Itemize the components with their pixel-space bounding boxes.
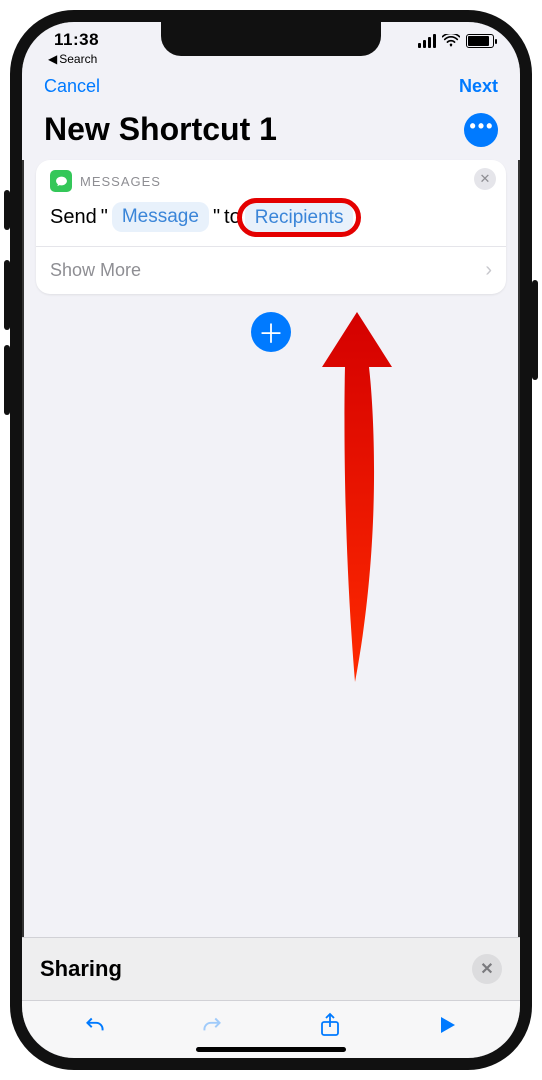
card-header: MESSAGES ✕ — [36, 160, 506, 194]
cancel-button[interactable]: Cancel — [44, 76, 100, 97]
page-title[interactable]: New Shortcut 1 — [44, 111, 277, 148]
undo-button[interactable] — [79, 1009, 111, 1041]
content-area: MESSAGES ✕ Send " Message " to Recipient… — [22, 160, 520, 352]
card-app-label: MESSAGES — [80, 174, 161, 189]
messages-app-icon — [50, 170, 72, 192]
status-time: 11:38 — [54, 30, 99, 50]
chevron-right-icon: › — [485, 259, 492, 282]
battery-icon — [466, 34, 494, 48]
annotation-arrow — [297, 312, 417, 682]
phone-notch — [161, 22, 381, 56]
share-button[interactable] — [314, 1009, 346, 1041]
add-action-button[interactable]: ＋ — [251, 312, 291, 352]
status-back-to-search[interactable]: ◀ Search — [48, 52, 99, 66]
phone-frame: 11:38 ◀ Search Cancel Next New Shortcut … — [10, 10, 532, 1070]
cellular-signal-icon — [418, 34, 436, 48]
quote-close: " — [213, 206, 220, 229]
sharing-title: Sharing — [40, 956, 122, 982]
close-icon: ✕ — [480, 171, 491, 187]
next-button[interactable]: Next — [459, 76, 498, 97]
more-options-button[interactable]: ••• — [464, 113, 498, 147]
quote-open: " — [101, 206, 108, 229]
messages-action-card: MESSAGES ✕ Send " Message " to Recipient… — [36, 160, 506, 294]
send-word: Send — [50, 206, 97, 229]
home-indicator[interactable] — [196, 1047, 346, 1052]
remove-action-button[interactable]: ✕ — [474, 168, 496, 190]
show-more-label: Show More — [50, 260, 141, 281]
sharing-close-button[interactable]: ✕ — [472, 954, 502, 984]
nav-bar: Cancel Next — [22, 70, 520, 97]
card-body: Send " Message " to Recipients — [36, 194, 506, 247]
chevron-left-icon: ◀ — [48, 52, 57, 66]
show-more-row[interactable]: Show More › — [36, 247, 506, 294]
close-icon: ✕ — [480, 959, 493, 979]
run-shortcut-button[interactable] — [431, 1009, 463, 1041]
wifi-icon — [442, 34, 460, 48]
sharing-sheet[interactable]: Sharing ✕ — [22, 937, 520, 1000]
status-back-label: Search — [59, 52, 97, 66]
phone-power-button — [532, 280, 538, 380]
title-row: New Shortcut 1 ••• — [22, 97, 520, 160]
plus-icon: ＋ — [258, 314, 284, 351]
recipients-token[interactable]: Recipients — [245, 203, 354, 232]
redo-button[interactable] — [196, 1009, 228, 1041]
message-token[interactable]: Message — [112, 202, 209, 232]
to-word: to — [224, 206, 241, 229]
